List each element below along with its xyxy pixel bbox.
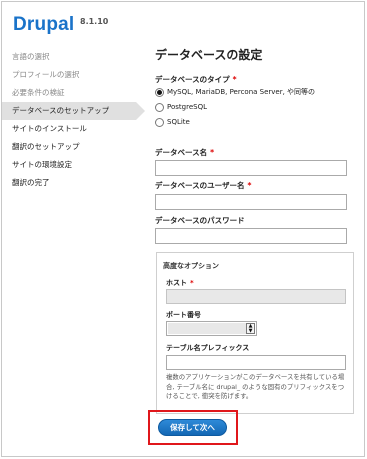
prefix-input[interactable]	[166, 355, 346, 370]
port-value	[168, 323, 246, 334]
radio-checked-icon[interactable]	[155, 87, 164, 97]
version-label: 8.1.10	[80, 17, 109, 26]
advanced-options-legend[interactable]: 高度なオプション	[163, 261, 219, 271]
required-mark: *	[210, 148, 215, 157]
port-input[interactable]: ▲ ▼	[166, 321, 257, 336]
db-name-label: データベース名 *	[155, 148, 215, 157]
drupal-logo: Drupal	[13, 14, 75, 35]
db-password-input[interactable]	[155, 228, 347, 244]
required-mark: *	[232, 75, 237, 84]
save-and-continue-button[interactable]: 保存して次へ	[158, 419, 227, 436]
db-type-option-mysql[interactable]: MySQL, MariaDB, Percona Server, や同等の	[155, 86, 315, 98]
step-install-site: サイトのインストール	[12, 124, 87, 133]
db-user-label: データベースのユーザー名 *	[155, 181, 252, 190]
step-choose-profile: プロフィールの選択	[12, 70, 80, 79]
step-verify-requirements: 必要条件の検証	[12, 88, 65, 97]
step-configure-site: サイトの環境設定	[12, 160, 72, 169]
step-choose-language: 言語の選択	[12, 52, 50, 61]
page-title: データベースの設定	[155, 48, 263, 62]
save-button-highlight: 保存して次へ	[148, 410, 238, 445]
prefix-description: 複数のアプリケーションがこのデータベースを共有している場合, テーブル名に dr…	[166, 373, 345, 401]
port-spinner[interactable]: ▲ ▼	[246, 323, 255, 334]
required-mark: *	[247, 181, 252, 190]
host-input[interactable]	[166, 289, 346, 304]
db-type-option-postgresql[interactable]: PostgreSQL	[155, 101, 207, 113]
required-mark: *	[190, 279, 194, 287]
db-type-option-sqlite[interactable]: SQLite	[155, 116, 190, 128]
db-name-input[interactable]	[155, 160, 347, 176]
install-steps: 言語の選択 プロフィールの選択 必要条件の検証 データベースのセットアップ サイ…	[2, 48, 145, 192]
step-translation-finish: 翻訳の完了	[12, 178, 50, 187]
step-translation-setup: 翻訳のセットアップ	[12, 142, 80, 151]
radio-icon[interactable]	[155, 117, 164, 127]
db-user-input[interactable]	[155, 194, 347, 210]
prefix-label: テーブル名プレフィックス	[166, 344, 250, 352]
port-label: ポート番号	[166, 311, 201, 319]
installer-window: Drupal 8.1.10 言語の選択 プロフィールの選択 必要条件の検証 デー…	[1, 1, 365, 457]
radio-icon[interactable]	[155, 102, 164, 112]
sidebar: Drupal 8.1.10 言語の選択 プロフィールの選択 必要条件の検証 デー…	[2, 2, 145, 456]
host-label: ホスト *	[166, 279, 194, 287]
db-password-label: データベースのパスワード	[155, 216, 245, 225]
db-type-label: データベースのタイプ *	[155, 75, 237, 84]
step-database-setup: データベースのセットアップ	[2, 102, 145, 120]
